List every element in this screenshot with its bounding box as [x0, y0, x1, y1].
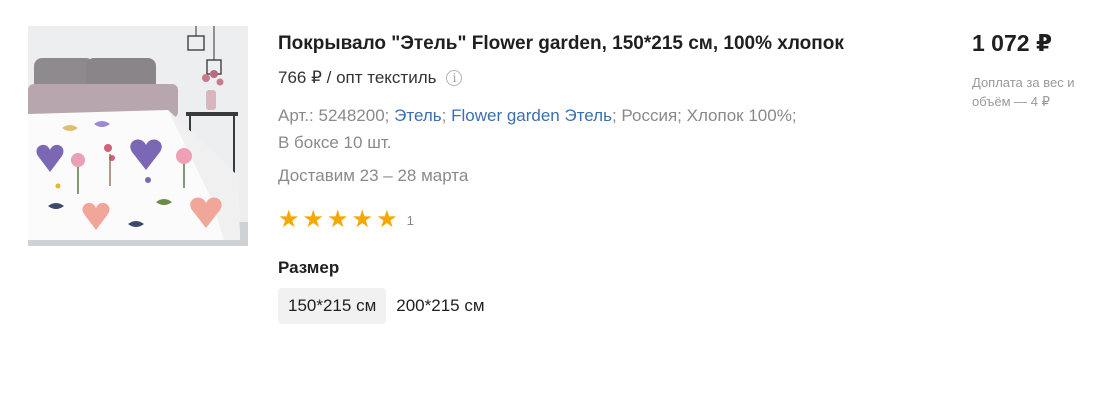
size-options: 150*215 см 200*215 см	[278, 288, 858, 324]
price-block: 1 072 ₽ Доплата за вес и объём — 4 ₽	[972, 30, 1092, 111]
size-option-200x215[interactable]: 200*215 см	[386, 288, 494, 324]
product-meta: Арт.: 5248200; Этель; Flower garden Этел…	[278, 102, 858, 156]
size-label: Размер	[278, 258, 340, 277]
weight-surcharge: Доплата за вес и объём — 4 ₽	[972, 75, 1075, 109]
product-title[interactable]: Покрывало "Этель" Flower garden, 150*215…	[278, 28, 858, 60]
meta-separator: ;	[441, 106, 447, 125]
review-count[interactable]: 1	[407, 213, 414, 228]
star-icon: ★	[278, 206, 300, 233]
size-option-150x215[interactable]: 150*215 см	[278, 288, 387, 324]
star-icon: ★	[327, 206, 349, 233]
product-price: 1 072 ₽	[972, 30, 1052, 56]
article-number: Арт.: 5248200;	[278, 106, 390, 125]
delivery-dates: Доставим 23 – 28 марта	[278, 166, 469, 185]
collection-link[interactable]: Flower garden Этель	[451, 106, 612, 125]
rating[interactable]: ★ ★ ★ ★ ★ 1	[278, 208, 858, 232]
product-info: Покрывало "Этель" Flower garden, 150*215…	[278, 28, 858, 324]
wholesale-price-line: 766 ₽ / опт текстиль i	[278, 68, 858, 88]
star-icon: ★	[351, 206, 374, 233]
box-quantity: В боксе 10 шт.	[278, 133, 392, 152]
star-icon: ★	[376, 206, 398, 233]
product-image[interactable]	[28, 26, 248, 246]
brand-link[interactable]: Этель	[394, 106, 441, 125]
info-icon[interactable]: i	[446, 70, 463, 86]
star-icon: ★	[302, 206, 325, 233]
meta-origin-material: ; Россия; Хлопок 100%;	[611, 106, 797, 125]
bedspread-photo	[28, 26, 248, 246]
wholesale-price: 766 ₽ / опт текстиль	[278, 68, 437, 87]
